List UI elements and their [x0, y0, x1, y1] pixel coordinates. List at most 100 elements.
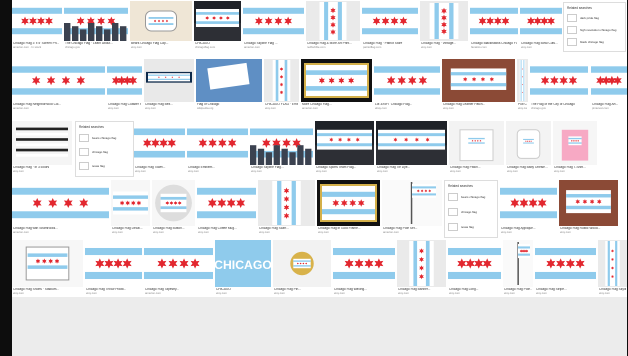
image-result-tile[interactable]: Chicago Flag Button... etsy.com: [152, 180, 195, 235]
image-result-tile[interactable]: Chicago Flag Stripe... etsy.com: [535, 240, 596, 296]
image-thumbnail[interactable]: [382, 180, 442, 226]
image-thumbnail[interactable]: [420, 1, 468, 41]
image-thumbnail[interactable]: [506, 121, 551, 165]
image-result-tile[interactable]: Chicago Flag Skyline...etsy.com: [598, 240, 627, 296]
image-result-tile[interactable]: Chicago Blackhawks Chicago Fl... fanatics…: [470, 1, 518, 50]
image-thumbnail[interactable]: [306, 1, 360, 41]
image-thumbnail[interactable]: [448, 240, 501, 287]
image-result-tile[interactable]: Chicago Flag · Vintage... etsy.com: [420, 1, 468, 50]
image-result-tile[interactable]: Chicago Flag Baby Onesie... etsy.com: [506, 121, 551, 174]
image-thumbnail[interactable]: [130, 1, 192, 41]
image-result-tile[interactable]: Chicago Flag with Shamrocks... amazon.com: [12, 180, 109, 235]
image-result-tile[interactable]: CHICAGO FLAG · Emb... etsy.com: [264, 59, 299, 111]
image-thumbnail[interactable]: [12, 1, 62, 41]
image-thumbnail[interactable]: [12, 59, 105, 102]
image-result-tile[interactable]: Chicago Flag Rustic Wood... etsy.com: [559, 180, 618, 235]
image-thumbnail[interactable]: [152, 180, 195, 226]
image-result-tile[interactable]: Chicago Flag Tie Dye... etsy.com: [376, 121, 447, 174]
image-result-tile[interactable]: Chicago Flag Pole Set... amazon.com: [382, 180, 442, 235]
image-result-tile[interactable]: Chicago Skyline Flag... etsy.com: [250, 121, 313, 174]
image-result-tile[interactable]: The Chicago Flag · Learn About... chicago…: [64, 1, 128, 50]
image-result-tile[interactable]: Chicago Flag Waving... etsy.com: [333, 240, 395, 296]
image-thumbnail[interactable]: [194, 1, 241, 41]
image-result-tile[interactable]: Chicago Flag Towel... etsy.com: [134, 121, 185, 174]
image-result-tile[interactable]: Chicago Flag Decal... etsy.com: [111, 180, 150, 235]
image-thumbnail[interactable]: [553, 121, 597, 165]
image-thumbnail[interactable]: [598, 240, 627, 287]
image-result-tile[interactable]: Chicago Flag Coffee Mug... etsy.com: [197, 180, 256, 235]
image-thumbnail[interactable]: [264, 59, 299, 102]
image-thumbnail[interactable]: [273, 240, 331, 287]
image-thumbnail[interactable]: [520, 1, 562, 41]
image-thumbnail[interactable]: [197, 180, 256, 226]
image-thumbnail[interactable]: [301, 59, 372, 102]
image-thumbnail[interactable]: [470, 1, 518, 41]
image-result-tile[interactable]: Chicago Flag Applique... etsy.com: [500, 180, 557, 235]
image-result-tile[interactable]: Chicago Flag · Patriot Store patriotflag.…: [362, 1, 418, 50]
image-result-tile[interactable]: More Chicago Flag... amazon.com: [301, 59, 372, 111]
image-thumbnail[interactable]: [317, 180, 380, 226]
image-result-tile[interactable]: The Flag of the City of Chicago chicago.g…: [530, 59, 588, 111]
image-thumbnail[interactable]: [449, 121, 504, 165]
image-result-tile[interactable]: Chicago Flag Pin... etsy.com: [273, 240, 331, 296]
image-thumbnail[interactable]: [64, 1, 128, 41]
image-result-tile[interactable]: Chicago Flag Art... pinterest.com: [591, 59, 627, 111]
image-thumbnail[interactable]: [12, 240, 83, 287]
image-thumbnail[interactable]: [559, 180, 618, 226]
image-result-tile[interactable]: Chicago Flag · in 3 colors etsy.com: [12, 121, 72, 174]
image-result-tile[interactable]: Chicago Flag Patch... etsy.com: [449, 121, 504, 174]
image-thumbnail[interactable]: [250, 121, 313, 165]
image-thumbnail[interactable]: [196, 59, 262, 102]
image-result-tile[interactable]: Chicago Flag Neighborhood Col... amazon.c…: [12, 59, 105, 111]
image-result-tile[interactable]: Chicago Flag T-Shirt... etsy.com: [553, 121, 597, 174]
image-result-tile[interactable]: Chicago Flag Bowl Cuts... etsy.com: [520, 1, 562, 50]
image-thumbnail[interactable]: [243, 1, 304, 41]
image-result-tile[interactable]: Chicago Flag Leather Patch... etsy.com: [442, 59, 515, 111]
image-thumbnail[interactable]: [12, 180, 109, 226]
image-result-tile[interactable]: Chicago Flag Belt... etsy.com: [144, 59, 194, 111]
image-result-tile[interactable]: Chicago Flag Throw Pillow... etsy.com: [85, 240, 142, 296]
image-result-tile[interactable]: Flag of Chicago wikipedia.org: [196, 59, 262, 111]
image-result-tile[interactable]: Chicago Flag in Gold Frame... etsy.com: [317, 180, 380, 235]
image-result-tile[interactable]: Chicago Emblem... etsy.com: [187, 121, 248, 174]
image-thumbnail[interactable]: [503, 240, 533, 287]
image-thumbnail[interactable]: [144, 59, 194, 102]
image-result-tile[interactable]: Chicago Flag Long... etsy.com: [448, 240, 501, 296]
image-thumbnail[interactable]: [315, 121, 374, 165]
image-result-tile[interactable]: Chicago Flag Coaster Set...etsy.com: [107, 59, 142, 111]
image-result-tile[interactable]: Chicago Sports Team Flag... etsy.com: [315, 121, 374, 174]
image-thumbnail[interactable]: [12, 121, 72, 165]
image-result-tile[interactable]: Chicago Flag Tapestry... amazon.com: [144, 240, 213, 296]
image-thumbnail[interactable]: [535, 240, 596, 287]
image-result-tile[interactable]: Chicago Flag & More Art Print... redbubbl…: [306, 1, 360, 50]
image-thumbnail[interactable]: [107, 59, 142, 102]
image-thumbnail[interactable]: [374, 59, 440, 102]
image-thumbnail[interactable]: [591, 59, 627, 102]
image-thumbnail[interactable]: [144, 240, 213, 287]
image-result-tile[interactable]: Pub Chicago Flag...etsy.com: [517, 59, 528, 111]
image-result-tile[interactable]: Lot 3X5FT Chicago Flag... ebay.com: [374, 59, 440, 111]
image-thumbnail[interactable]: [85, 240, 142, 287]
image-result-tile[interactable]: Chicago Flag Scarf... etsy.com: [258, 180, 315, 235]
image-result-tile[interactable]: Chicago Flag Banner... etsy.com: [397, 240, 446, 296]
image-result-tile[interactable]: CHICAGO chicagoflag.com: [194, 1, 241, 50]
image-thumbnail[interactable]: [362, 1, 418, 41]
image-thumbnail[interactable]: [333, 240, 395, 287]
image-thumbnail[interactable]: [500, 180, 557, 226]
image-thumbnail[interactable]: [530, 59, 588, 102]
image-thumbnail[interactable]: [517, 59, 528, 102]
image-result-tile[interactable]: CHICAGO CHICAGO etsy.com: [215, 240, 271, 296]
image-result-tile[interactable]: Bears Chicago Flag Cap... etsy.com: [130, 1, 192, 50]
image-thumbnail[interactable]: [397, 240, 446, 287]
image-result-tile[interactable]: Chicago Skyline Flag ... amazon.com: [243, 1, 304, 50]
image-result-tile[interactable]: Chicago Flag Shorts · Stadium... etsy.com: [12, 240, 83, 296]
image-thumbnail[interactable]: [258, 180, 315, 226]
image-result-tile[interactable]: Chicago Flag Pole... etsy.com: [503, 240, 533, 296]
image-thumbnail[interactable]: [111, 180, 150, 226]
image-thumbnail[interactable]: [134, 121, 185, 165]
image-thumbnail[interactable]: [376, 121, 447, 165]
image-result-tile[interactable]: Chicago Flag 3' x 5' Screen Pri... amazon…: [12, 1, 62, 50]
image-thumbnail[interactable]: [442, 59, 515, 102]
image-thumbnail[interactable]: CHICAGO: [215, 240, 271, 287]
image-thumbnail[interactable]: [187, 121, 248, 165]
